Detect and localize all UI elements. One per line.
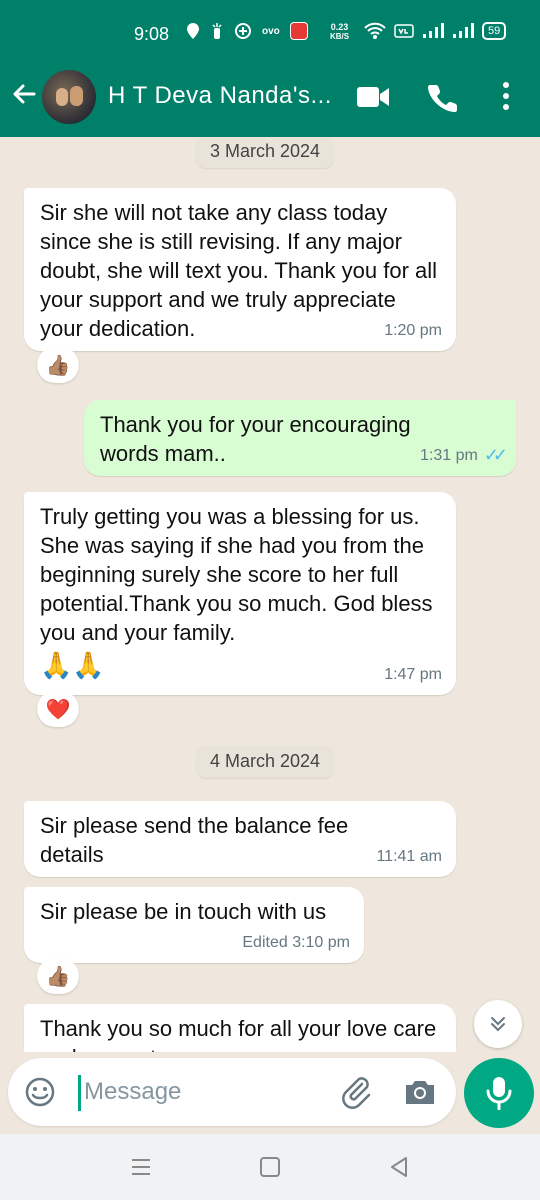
net-speed: 0.23 KB/S [330,22,349,42]
message-meta: 11:41 am [376,842,442,871]
app-badge-text: ovo [262,25,280,37]
message-text: Truly getting you was a blessing for us.… [40,504,433,645]
message-meta: 1:31 pm ✓✓ [420,441,508,470]
sync-icon [235,23,251,39]
text-cursor [78,1075,81,1111]
signal-icon-2 [453,23,474,38]
avatar[interactable] [42,70,96,124]
message-time: Edited 3:10 pm [242,934,350,951]
home-icon[interactable] [257,1154,283,1180]
message-time: 11:41 am [376,848,442,865]
message-text: Sir she will not take any class today si… [40,200,438,341]
chevrons-down-icon [491,1017,505,1032]
incoming-message[interactable]: Sir she will not take any class today si… [24,188,456,351]
back-nav-icon[interactable] [386,1154,412,1180]
net-speed-unit: KB/S [330,32,350,41]
message-meta: Edited 3:10 pm [242,928,350,957]
read-receipt-icon: ✓✓ [483,445,508,465]
signal-icon [423,23,444,38]
battery-indicator: 59 [482,22,507,40]
incoming-message[interactable]: Thank you so much for all your love care… [24,1004,456,1052]
message-text: Sir please send the balance fee details [40,813,349,867]
message-emoji: 🙏🙏 [40,650,105,680]
incoming-message[interactable]: Truly getting you was a blessing for us.… [24,492,456,695]
microphone-icon [486,1077,512,1110]
message-time: 1:47 pm [384,666,442,683]
message-time: 1:31 pm [420,447,478,464]
more-vertical-icon[interactable] [496,80,516,112]
phone-icon[interactable] [428,82,458,112]
paperclip-icon[interactable] [338,1074,374,1110]
video-camera-icon[interactable] [356,84,390,110]
message-text: Thank you for your encouraging words mam… [100,412,411,466]
cleaner-icon [212,23,222,39]
avatar-person [56,88,68,106]
recents-icon[interactable] [128,1154,154,1180]
app-red-icon [289,22,308,40]
date-separator: 3 March 2024 [196,137,335,168]
message-meta: 1:20 pm [384,316,442,345]
net-speed-value: 0.23 [330,22,349,32]
system-nav-bar [0,1134,540,1200]
contact-name[interactable]: H T Deva Nanda's... [108,82,332,110]
emoji-icon[interactable] [24,1076,56,1108]
outgoing-message[interactable]: Thank you for your encouraging words mam… [84,400,516,476]
reaction-badge[interactable]: 👍🏽 [37,347,79,383]
message-composer [8,1058,456,1126]
mic-button[interactable] [464,1058,534,1128]
incoming-message[interactable]: Sir please send the balance fee details … [24,801,456,877]
volte-icon [394,24,414,38]
notification-icons: ovo [186,22,308,40]
message-input[interactable] [84,1072,334,1112]
status-bar: 9:08 ovo 0.23 KB/S 59 [0,0,540,64]
message-text: Thank you so much for all your love care… [40,1016,437,1052]
status-time: 9:08 [134,24,170,44]
system-icons: 59 [364,22,507,40]
message-text: Sir please be in touch with us [40,899,327,924]
date-separator: 4 March 2024 [196,745,335,778]
top-bar: 9:08 ovo 0.23 KB/S 59 H T Deva Nanda's..… [0,0,540,137]
avatar-person [70,86,83,106]
arrow-left-icon[interactable] [10,80,38,108]
incoming-message[interactable]: Sir please be in touch with us Edited 3:… [24,887,364,963]
location-icon [187,23,199,39]
message-meta: 1:47 pm [384,660,442,689]
chat-header: H T Deva Nanda's... [0,66,540,128]
chat-area[interactable]: 3 March 2024 Sir she will not take any c… [0,137,540,1052]
reaction-badge[interactable]: 👍🏽 [37,958,79,994]
camera-icon[interactable] [402,1074,438,1110]
wifi-icon [364,22,386,39]
scroll-to-bottom-button[interactable] [474,1000,522,1048]
message-time: 1:20 pm [384,322,442,339]
reaction-badge[interactable]: ❤️ [37,691,79,727]
